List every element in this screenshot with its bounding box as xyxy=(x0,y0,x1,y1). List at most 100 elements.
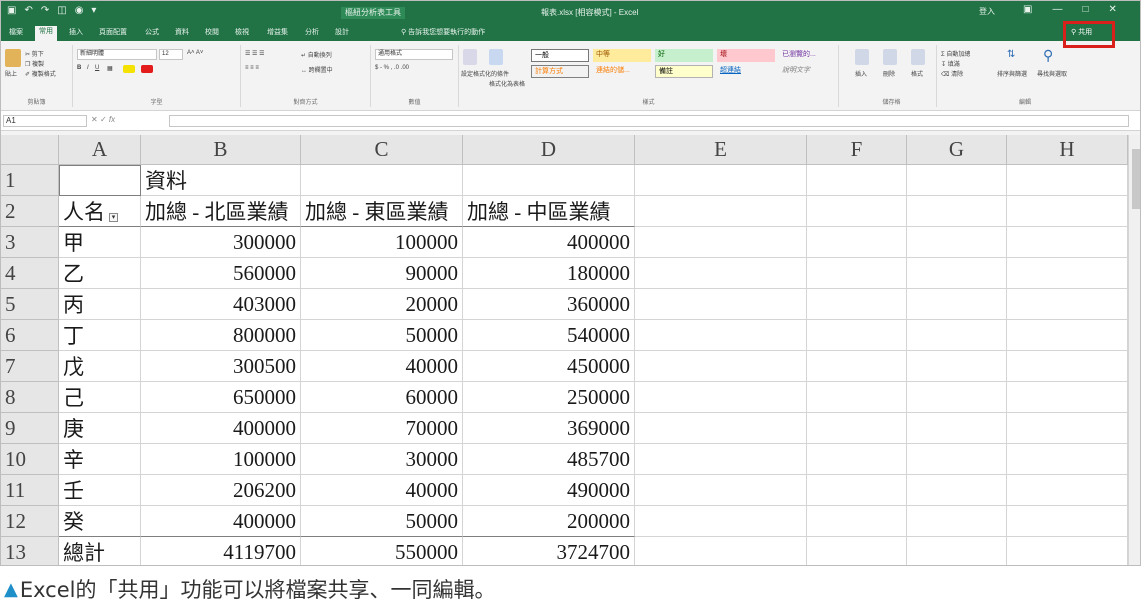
italic-icon[interactable]: I xyxy=(87,65,89,71)
bold-icon[interactable]: B xyxy=(77,65,81,71)
cell-b10[interactable]: 100000 xyxy=(141,444,301,475)
find-icon[interactable]: ⚲ xyxy=(1043,47,1053,64)
tab-home[interactable]: 常用 xyxy=(35,26,57,41)
cell-d4[interactable]: 180000 xyxy=(463,258,635,289)
style-explanatory[interactable]: 說明文字 xyxy=(779,65,835,78)
cell-b9[interactable]: 400000 xyxy=(141,413,301,444)
cell-b13[interactable]: 4119700 xyxy=(141,537,301,565)
style-neutral[interactable]: 中等 xyxy=(593,49,651,62)
enter-icon[interactable]: ✓ xyxy=(100,115,107,124)
merge-center-button[interactable]: ↔ 跨欄置中 xyxy=(301,65,333,74)
cell-d10[interactable]: 485700 xyxy=(463,444,635,475)
tab-design[interactable]: 設計 xyxy=(331,27,353,41)
underline-icon[interactable]: U xyxy=(95,65,99,71)
cell-b12[interactable]: 400000 xyxy=(141,506,301,537)
empty-cell[interactable] xyxy=(1007,475,1128,506)
empty-cell[interactable] xyxy=(1007,258,1128,289)
cell-d6[interactable]: 540000 xyxy=(463,320,635,351)
font-size-grow-icon[interactable]: A˄ A˅ xyxy=(187,50,203,56)
print-preview-icon[interactable]: ◫ xyxy=(57,5,66,16)
cell-b8[interactable]: 650000 xyxy=(141,382,301,413)
cell-d8[interactable]: 250000 xyxy=(463,382,635,413)
copy-button[interactable]: ❐ 複製 xyxy=(25,59,44,68)
row-header[interactable]: 5 xyxy=(1,289,59,320)
maximize-icon[interactable]: □ xyxy=(1082,4,1088,15)
autosum-button[interactable]: Σ 自動加總 xyxy=(941,49,970,58)
empty-cell[interactable] xyxy=(635,444,807,475)
cell-a12[interactable]: 癸 xyxy=(59,506,141,537)
empty-cell[interactable] xyxy=(807,258,907,289)
row-header[interactable]: 4 xyxy=(1,258,59,289)
column-header-h[interactable]: H xyxy=(1007,135,1128,165)
empty-cell[interactable] xyxy=(1007,506,1128,537)
cell-b3[interactable]: 300000 xyxy=(141,227,301,258)
cell-c12[interactable]: 50000 xyxy=(301,506,463,537)
empty-cell[interactable] xyxy=(1007,196,1128,227)
empty-cell[interactable] xyxy=(1007,413,1128,444)
cell-b11[interactable]: 206200 xyxy=(141,475,301,506)
sign-in-link[interactable]: 登入 xyxy=(979,6,995,17)
column-header-g[interactable]: G xyxy=(907,135,1007,165)
cell-d11[interactable]: 490000 xyxy=(463,475,635,506)
empty-cell[interactable] xyxy=(807,475,907,506)
empty-cell[interactable] xyxy=(907,351,1007,382)
select-all-corner[interactable] xyxy=(1,135,59,165)
filter-dropdown-icon[interactable]: ▾ xyxy=(109,213,118,222)
empty-cell[interactable] xyxy=(1007,382,1128,413)
style-linked-cell[interactable]: 連結的儲... xyxy=(593,65,651,78)
row-header[interactable]: 3 xyxy=(1,227,59,258)
style-followed-link[interactable]: 已瀏覽的... xyxy=(779,49,835,62)
empty-cell[interactable] xyxy=(807,320,907,351)
scroll-thumb[interactable] xyxy=(1132,149,1140,209)
cell-d5[interactable]: 360000 xyxy=(463,289,635,320)
empty-cell[interactable] xyxy=(807,289,907,320)
row-header[interactable]: 1 xyxy=(1,165,59,196)
tab-formulas[interactable]: 公式 xyxy=(141,27,163,41)
style-note[interactable]: 備註 xyxy=(655,65,713,78)
align-left-icon[interactable]: ≡ ≡ ≡ xyxy=(245,65,259,71)
empty-cell[interactable] xyxy=(807,382,907,413)
cell-a4[interactable]: 乙 xyxy=(59,258,141,289)
empty-cell[interactable] xyxy=(907,413,1007,444)
cell-c6[interactable]: 50000 xyxy=(301,320,463,351)
style-calculation[interactable]: 計算方式 xyxy=(531,65,589,78)
empty-cell[interactable] xyxy=(807,413,907,444)
undo-icon[interactable]: ↶ xyxy=(24,5,32,16)
cell-b7[interactable]: 300500 xyxy=(141,351,301,382)
vertical-scrollbar[interactable] xyxy=(1128,135,1140,565)
empty-cell[interactable] xyxy=(907,506,1007,537)
empty-cell[interactable] xyxy=(635,475,807,506)
sort-filter-icon[interactable]: ⇅ xyxy=(1007,49,1015,60)
row-header[interactable]: 9 xyxy=(1,413,59,444)
cell-b1[interactable]: 資料 xyxy=(141,165,301,196)
font-name-select[interactable]: 新細明體 xyxy=(77,49,157,60)
insert-function-icon[interactable]: fx xyxy=(109,115,115,124)
tab-data[interactable]: 資料 xyxy=(171,27,193,41)
cut-button[interactable]: ✂ 剪下 xyxy=(25,49,44,58)
tab-review[interactable]: 校閱 xyxy=(201,27,223,41)
tab-insert[interactable]: 插入 xyxy=(65,27,87,41)
tab-file[interactable]: 檔案 xyxy=(5,27,27,41)
customize-toolbar-icon[interactable]: ▾ xyxy=(91,5,96,16)
tab-view[interactable]: 檢視 xyxy=(231,27,253,41)
name-box[interactable]: A1 xyxy=(3,115,87,127)
empty-cell[interactable] xyxy=(907,382,1007,413)
currency-icon[interactable]: $ - % , .0 .00 xyxy=(375,65,409,71)
empty-cell[interactable] xyxy=(807,506,907,537)
minimize-icon[interactable]: — xyxy=(1052,4,1062,15)
empty-cell[interactable] xyxy=(807,165,907,196)
formula-input[interactable] xyxy=(169,115,1129,127)
empty-cell[interactable] xyxy=(1007,537,1128,565)
cell-a3[interactable]: 甲 xyxy=(59,227,141,258)
cell-a2[interactable]: 人名 ▾ xyxy=(59,196,141,227)
empty-cell[interactable] xyxy=(807,196,907,227)
delete-cells-icon[interactable] xyxy=(883,49,897,65)
column-header-a[interactable]: A xyxy=(59,135,141,165)
empty-cell[interactable] xyxy=(807,351,907,382)
column-header-b[interactable]: B xyxy=(141,135,301,165)
cell-d9[interactable]: 369000 xyxy=(463,413,635,444)
style-normal[interactable]: 一般 xyxy=(531,49,589,62)
cell-c5[interactable]: 20000 xyxy=(301,289,463,320)
cell-c3[interactable]: 100000 xyxy=(301,227,463,258)
column-header-e[interactable]: E xyxy=(635,135,807,165)
